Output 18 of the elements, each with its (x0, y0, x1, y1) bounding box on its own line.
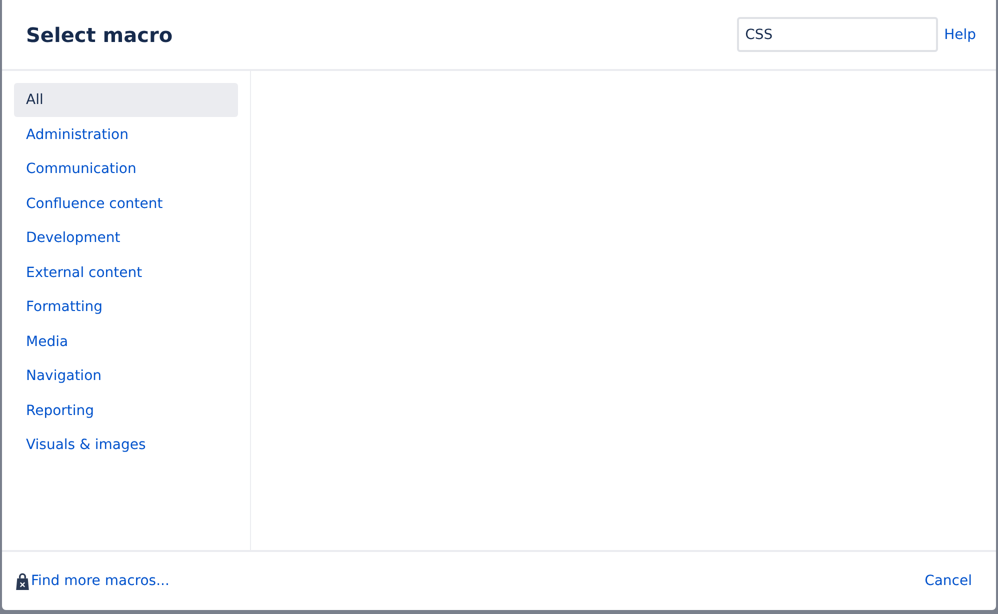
cancel-button[interactable]: Cancel (924, 569, 972, 593)
category-item[interactable]: Media (14, 324, 238, 358)
category-item[interactable]: Communication (14, 152, 238, 186)
category-item[interactable]: Navigation (14, 359, 238, 393)
find-more-link[interactable]: Find more macros... (16, 572, 170, 590)
category-item[interactable]: Administration (14, 118, 238, 152)
category-item[interactable]: Visuals & images (14, 428, 238, 462)
category-item[interactable]: All (14, 83, 238, 117)
shopping-bag-icon (16, 572, 29, 590)
category-item[interactable]: Reporting (14, 394, 238, 428)
search-field[interactable]: CSS (737, 17, 938, 52)
dialog-title: Select macro (26, 22, 174, 46)
help-link[interactable]: Help (944, 26, 976, 42)
category-item[interactable]: Formatting (14, 290, 238, 324)
category-item[interactable]: Confluence content (14, 186, 238, 220)
find-more-text: Find more macros... (31, 573, 170, 589)
category-item[interactable]: Development (14, 221, 238, 255)
category-item[interactable]: External content (14, 256, 238, 290)
